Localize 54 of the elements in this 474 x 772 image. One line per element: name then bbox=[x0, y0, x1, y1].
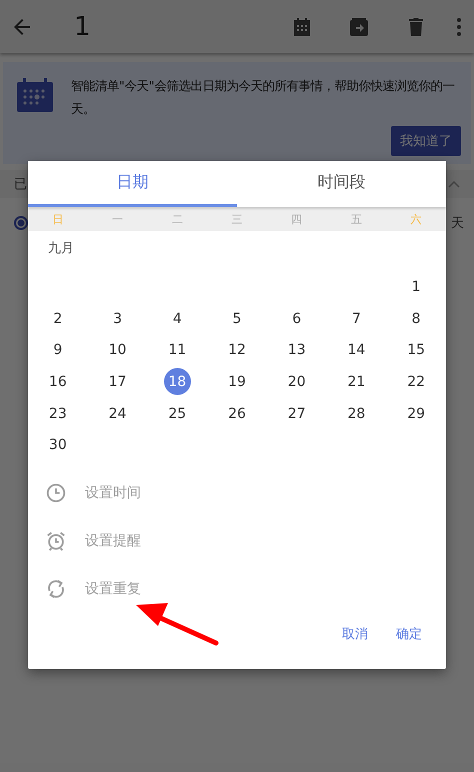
calendar-day[interactable]: 24 bbox=[104, 400, 132, 428]
calendar-day[interactable]: 8 bbox=[402, 305, 430, 332]
calendar-day[interactable]: 14 bbox=[342, 336, 370, 364]
month-label: 九月 bbox=[47, 240, 75, 258]
tab[interactable]: 时间段 bbox=[237, 161, 446, 207]
weekday-label: 三 bbox=[230, 212, 244, 226]
section-label: 已 bbox=[14, 176, 27, 193]
calendar-day[interactable]: 12 bbox=[223, 336, 250, 364]
weekday-label: 二 bbox=[170, 212, 184, 226]
toolbar-title: 1 bbox=[74, 12, 91, 42]
repeat-icon bbox=[45, 578, 67, 600]
calendar-day[interactable]: 30 bbox=[44, 432, 72, 459]
weekday-label: 日 bbox=[51, 212, 64, 226]
calendar-day[interactable]: 11 bbox=[164, 336, 191, 364]
calendar-day[interactable]: 2 bbox=[44, 305, 72, 332]
calendar-day[interactable]: 7 bbox=[342, 305, 370, 332]
dialog-button[interactable]: 确定 bbox=[386, 619, 432, 650]
calendar-day[interactable]: 9 bbox=[44, 336, 72, 364]
calendar-day[interactable]: 19 bbox=[223, 368, 250, 396]
alarm-clock-icon bbox=[45, 530, 67, 552]
option-label: 设置提醒 bbox=[85, 532, 141, 550]
calendar-day[interactable]: 5 bbox=[223, 305, 250, 332]
task-date: 天 bbox=[451, 215, 464, 232]
calendar-day[interactable]: 4 bbox=[164, 305, 191, 332]
calendar-day[interactable]: 23 bbox=[44, 400, 72, 428]
option-label: 设置时间 bbox=[85, 484, 141, 502]
tip-text: 智能清单"今天"会筛选出日期为今天的所有事情，帮助你快速浏览你的一天。 bbox=[71, 77, 456, 118]
calendar-icon bbox=[17, 78, 53, 112]
weekday-label: 六 bbox=[410, 212, 423, 226]
clock-icon bbox=[45, 482, 67, 504]
calendar-day[interactable]: 20 bbox=[283, 368, 310, 396]
calendar-day[interactable]: 1 bbox=[402, 273, 430, 300]
calendar-day[interactable]: 13 bbox=[283, 336, 310, 364]
calendar-day[interactable]: 10 bbox=[104, 336, 132, 364]
calendar-day[interactable]: 27 bbox=[283, 400, 310, 428]
calendar-day[interactable]: 3 bbox=[104, 305, 132, 332]
calendar-day[interactable]: 6 bbox=[283, 305, 310, 332]
calendar-day[interactable]: 26 bbox=[223, 400, 250, 428]
calendar-day[interactable]: 15 bbox=[402, 336, 430, 364]
calendar-day[interactable]: 18 bbox=[164, 368, 191, 396]
calendar-day[interactable]: 17 bbox=[104, 368, 132, 396]
calendar-day[interactable]: 25 bbox=[164, 400, 191, 428]
tab[interactable]: 日期 bbox=[28, 161, 237, 207]
calendar-day[interactable]: 22 bbox=[402, 368, 430, 396]
chevron-up-icon[interactable] bbox=[448, 180, 460, 188]
weekday-label: 一 bbox=[111, 212, 124, 226]
weekday-label: 四 bbox=[290, 212, 304, 226]
option-label: 设置重复 bbox=[85, 580, 141, 598]
calendar-day[interactable]: 21 bbox=[342, 368, 370, 396]
dialog-button[interactable]: 取消 bbox=[332, 619, 378, 650]
calendar-day[interactable]: 29 bbox=[402, 400, 430, 428]
weekday-label: 五 bbox=[350, 212, 363, 226]
calendar-day[interactable]: 28 bbox=[342, 400, 370, 428]
calendar-day[interactable]: 16 bbox=[44, 368, 72, 396]
